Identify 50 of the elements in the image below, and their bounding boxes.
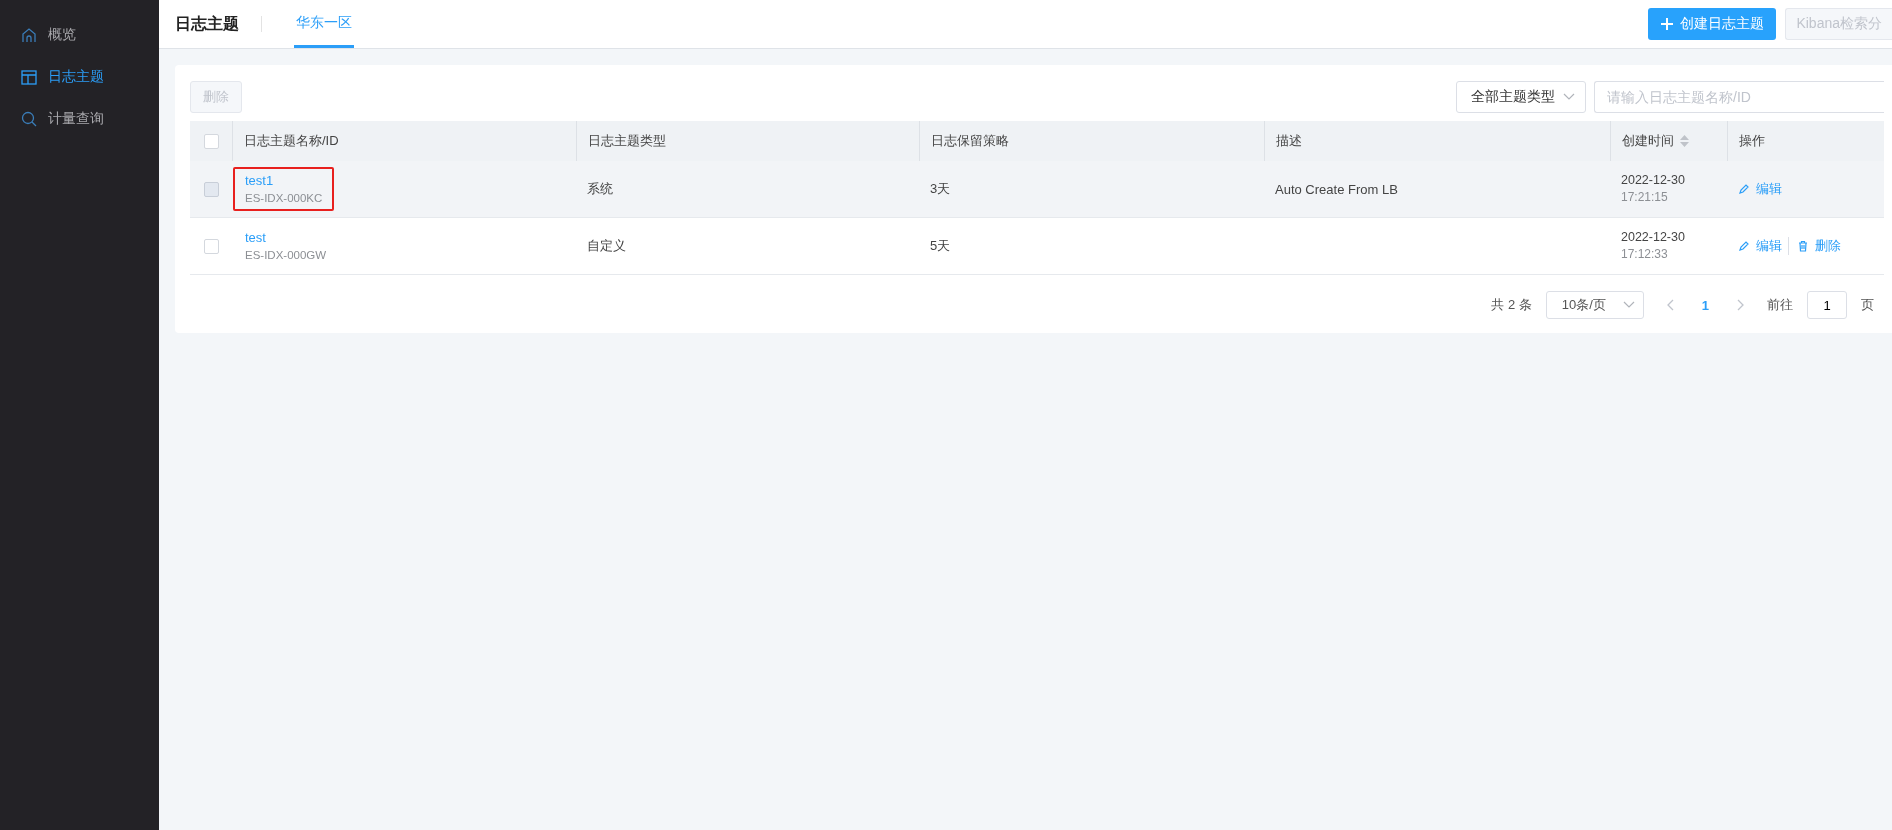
goto-label: 前往	[1767, 296, 1793, 314]
trash-icon	[1797, 240, 1809, 252]
sidebar-item[interactable]: 概览	[0, 14, 159, 56]
chevron-down-icon	[1563, 93, 1575, 101]
retention-policy: 3天	[930, 180, 952, 198]
description: Auto Create From LB	[1275, 181, 1399, 197]
page-input[interactable]: 1	[1807, 291, 1847, 319]
column-header: 描述	[1276, 132, 1302, 150]
total-count: 共 2 条	[1491, 296, 1532, 314]
topic-type: 自定义	[587, 237, 627, 255]
retention-policy: 5天	[930, 237, 952, 255]
row-checkbox[interactable]	[203, 238, 219, 254]
created-date: 2022-12-30	[1621, 172, 1686, 189]
topic-id: ES-IDX-000KC	[245, 191, 323, 206]
delete-link[interactable]: 删除	[1788, 237, 1847, 255]
column-header: 操作	[1739, 132, 1765, 150]
column-header: 创建时间	[1622, 132, 1674, 150]
column-header: 日志主题类型	[588, 132, 666, 150]
page-number[interactable]: 1	[1695, 296, 1715, 314]
column-header: 日志保留策略	[931, 132, 1009, 150]
sidebar-item[interactable]: 日志主题	[0, 56, 159, 98]
select-all-checkbox[interactable]	[203, 133, 219, 149]
pencil-icon	[1738, 183, 1750, 195]
page-suffix: 页	[1861, 296, 1874, 314]
page-size-dropdown[interactable]: 10条/页	[1545, 291, 1644, 319]
pencil-icon	[1738, 240, 1750, 252]
region-tab[interactable]: 华东一区	[294, 0, 354, 48]
chevron-right-icon	[1737, 299, 1745, 311]
topic-type: 系统	[587, 180, 614, 198]
layout-icon	[20, 68, 38, 86]
page-title: 日志主题	[175, 16, 262, 32]
created-date: 2022-12-30	[1621, 229, 1686, 246]
create-topic-button[interactable]: 创建日志主题	[1648, 8, 1777, 40]
column-header: 日志主题名称/ID	[244, 132, 339, 150]
chevron-left-icon	[1665, 299, 1674, 311]
plus-icon	[1660, 17, 1675, 31]
topic-name-link[interactable]: test	[245, 229, 327, 247]
sidebar-item[interactable]: 计量查询	[0, 98, 159, 140]
home-icon	[20, 26, 38, 44]
topic-name-link[interactable]: test1	[245, 172, 323, 190]
edit-link[interactable]: 编辑	[1738, 237, 1788, 255]
chevron-down-icon	[1622, 301, 1635, 309]
type-filter-dropdown[interactable]: 全部主题类型	[1456, 81, 1586, 113]
edit-link[interactable]: 编辑	[1738, 180, 1788, 198]
topic-id: ES-IDX-000GW	[245, 248, 327, 263]
search-icon	[20, 110, 38, 128]
created-time: 17:21:15	[1621, 189, 1669, 206]
sort-icon[interactable]	[1680, 135, 1689, 147]
created-time: 17:12:33	[1621, 246, 1669, 263]
search-field[interactable]: 请输入日志主题名称/ID	[1594, 81, 1884, 113]
